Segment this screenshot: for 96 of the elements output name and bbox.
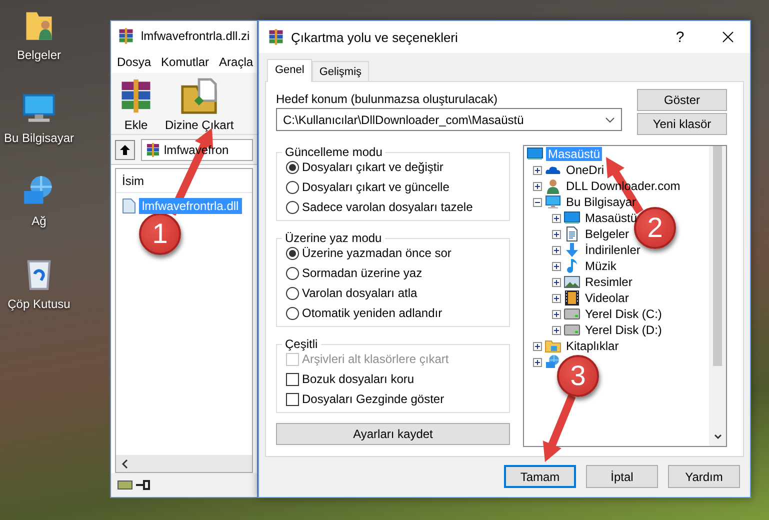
monitor-icon <box>527 146 543 162</box>
desktop-icon-label[interactable]: Bu Bilgisayar <box>4 131 74 145</box>
tab[interactable]: Genel <box>267 59 312 82</box>
group-title: Üzerine yaz modu <box>284 231 383 245</box>
tree-item[interactable]: Kitaplıklar <box>564 339 621 353</box>
option-label: Dosyaları çıkart ve güncelle <box>302 180 450 194</box>
expand-toggle[interactable] <box>552 310 561 318</box>
dialog-button[interactable]: Tamam <box>504 465 576 488</box>
option-label: Bozuk dosyaları koru <box>302 372 414 386</box>
radio-button[interactable] <box>286 246 299 260</box>
dropdown-caret-icon <box>605 116 615 122</box>
up-folder-button[interactable] <box>115 140 135 160</box>
down-arrow-icon <box>564 242 580 258</box>
tree-item[interactable]: OneDri <box>564 163 606 177</box>
desktop-icon-label[interactable]: Ağ <box>32 214 46 228</box>
checkbox[interactable] <box>286 372 299 386</box>
option-label: Varolan dosyaları atla <box>302 286 418 300</box>
checkbox[interactable] <box>286 392 299 406</box>
tree-item[interactable]: Müzik <box>583 259 618 273</box>
annotation-arrow <box>542 394 576 462</box>
drive-icon <box>117 479 133 491</box>
option-label: Üzerine yazmadan önce sor <box>302 246 452 260</box>
group-title: Çeşitli <box>284 337 319 351</box>
tree-item[interactable]: Belgeler <box>583 227 632 241</box>
key-icon <box>136 480 150 490</box>
radio-button[interactable] <box>286 306 299 320</box>
folder-icon <box>545 338 561 354</box>
radio-button[interactable] <box>286 266 299 280</box>
film-icon <box>564 290 580 306</box>
option-label: Otomatik yeniden adlandır <box>302 306 442 320</box>
picture-icon <box>564 274 580 290</box>
expand-toggle[interactable] <box>533 358 542 366</box>
option-label: Sormadan üzerine yaz <box>302 266 422 280</box>
dialog-button[interactable]: İptal <box>586 465 658 488</box>
person-icon <box>545 178 561 194</box>
file-icon <box>122 198 136 214</box>
computer-icon <box>22 91 56 125</box>
scrollbar-thumb[interactable] <box>713 146 722 366</box>
option-label: Sadece varolan dosyaları tazele <box>302 200 473 214</box>
expand-toggle[interactable] <box>533 166 542 174</box>
destination-path-field[interactable]: C:\Kullanıcılar\DllDownloader_com\Masaüstü <box>276 108 622 131</box>
up-arrow-icon <box>119 144 131 156</box>
column-header[interactable]: İsim <box>122 174 144 188</box>
menu-item[interactable]: Dosya <box>117 55 152 69</box>
radio-button[interactable] <box>286 160 299 174</box>
books-stack-icon <box>117 27 135 45</box>
expand-toggle[interactable] <box>552 326 561 334</box>
horizontal-scrollbar[interactable] <box>116 455 252 472</box>
group-title: Güncelleme modu <box>284 145 384 159</box>
radio-button[interactable] <box>286 180 299 194</box>
side-button[interactable]: Yeni klasör <box>637 113 727 135</box>
save-settings-button[interactable]: Ayarları kaydet <box>276 423 510 445</box>
document-icon <box>564 226 580 242</box>
drive-icon <box>564 306 580 322</box>
globe-icon <box>545 354 561 370</box>
radio-button[interactable] <box>286 286 299 300</box>
expand-toggle[interactable] <box>552 230 561 238</box>
music-note-icon <box>564 258 580 274</box>
expand-toggle[interactable] <box>533 342 542 350</box>
tree-item[interactable]: Resimler <box>583 275 634 289</box>
field-label: Hedef konum (bulunmazsa oluşturulacak) <box>276 92 498 106</box>
desktop-icon-label[interactable]: Çöp Kutusu <box>8 297 70 311</box>
dialog-button[interactable]: Yardım <box>668 465 740 488</box>
toolbar-button[interactable]: Ekle <box>117 77 155 130</box>
expand-toggle[interactable] <box>533 198 542 206</box>
dialog-title: Çıkartma yolu ve seçenekleri <box>291 30 459 44</box>
tab[interactable]: Gelişmiş <box>312 61 369 81</box>
expand-toggle[interactable] <box>552 294 561 302</box>
expand-toggle[interactable] <box>552 214 561 222</box>
close-icon <box>722 31 734 43</box>
window-title: lmfwavefrontrla.dll.zi <box>141 29 250 43</box>
toolbar-button[interactable]: Dizine Çıkart <box>165 77 234 130</box>
option-label: Dosyaları çıkart ve değiştir <box>302 160 444 174</box>
expand-toggle[interactable] <box>533 182 542 190</box>
help-button[interactable]: ? <box>660 21 700 53</box>
drive-icon <box>564 322 580 338</box>
option-label: Arşivleri alt klasörlere çıkart <box>302 352 449 366</box>
scroll-down-icon <box>712 432 722 442</box>
monitor-icon <box>564 210 580 226</box>
folder-document-icon <box>180 77 218 115</box>
expand-toggle[interactable] <box>552 246 561 254</box>
computer-icon <box>545 194 561 210</box>
option-label: Dosyaları Gezginde göster <box>302 392 444 406</box>
menu-item[interactable]: Komutlar <box>161 55 210 69</box>
tree-item[interactable]: Videolar <box>583 291 631 305</box>
tree-item[interactable]: Yerel Disk (C:) <box>583 307 664 321</box>
side-button[interactable]: Göster <box>637 89 727 111</box>
menu-item[interactable]: Araçla <box>219 55 254 69</box>
books-stack-icon <box>267 28 285 46</box>
vertical-scrollbar[interactable] <box>709 146 726 446</box>
desktop-icon-label[interactable]: Belgeler <box>16 48 62 62</box>
radio-button[interactable] <box>286 200 299 214</box>
expand-toggle[interactable] <box>552 278 561 286</box>
tree-item[interactable]: Yerel Disk (D:) <box>583 323 664 337</box>
books-stack-icon <box>145 142 161 158</box>
expand-toggle[interactable] <box>552 262 561 270</box>
